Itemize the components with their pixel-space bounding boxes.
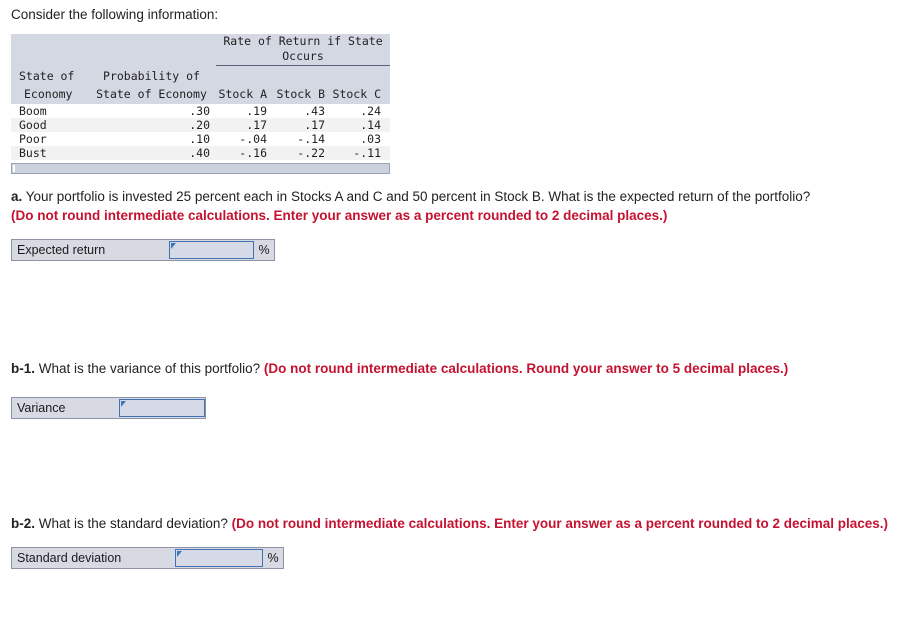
cell-stock-c: .24	[332, 103, 390, 118]
table-column-header-row-1: State of Probability of	[11, 65, 390, 86]
table-horizontal-scrollbar[interactable]	[11, 162, 390, 174]
expected-return-answer-widget[interactable]: Expected return %	[11, 239, 275, 261]
col-header-stock-a: Stock A	[216, 85, 274, 104]
cell-stock-b: -.14	[274, 131, 332, 146]
cell-probability: .20	[87, 117, 216, 132]
col-header-probability-line1: Probability of	[87, 65, 216, 86]
cell-stock-b: .43	[274, 103, 332, 118]
question-a-text: a. Your portfolio is invested 25 percent…	[11, 187, 810, 225]
cell-stock-b: .17	[274, 117, 332, 132]
rate-of-return-table: Rate of Return if State Occurs State of …	[11, 34, 390, 160]
col-header-stock-c-spacer	[332, 65, 390, 86]
cell-stock-a: -.16	[216, 145, 274, 160]
intro-text: Consider the following information:	[11, 7, 219, 22]
span-header-filler-prob	[87, 34, 216, 66]
cell-stock-c: .14	[332, 117, 390, 132]
standard-deviation-input[interactable]	[175, 549, 263, 567]
question-b2-hint: (Do not round intermediate calculations.…	[231, 516, 889, 531]
cell-state: Poor	[11, 131, 87, 146]
question-a: a. Your portfolio is invested 25 percent…	[11, 187, 810, 261]
col-header-stock-a-spacer	[216, 65, 274, 86]
cell-state: Bust	[11, 145, 87, 160]
variance-answer-widget[interactable]: Variance	[11, 397, 206, 419]
question-b2: b-2. What is the standard deviation? (Do…	[11, 514, 888, 569]
table-row: Good .20 .17 .17 .14	[11, 117, 390, 132]
question-b1: b-1. What is the variance of this portfo…	[11, 359, 788, 419]
table-row: Bust .40 -.16 -.22 -.11	[11, 145, 390, 160]
table-column-header-row-2: Economy State of Economy Stock A Stock B…	[11, 85, 390, 104]
table-span-header-row: Rate of Return if State Occurs	[11, 34, 390, 66]
question-b1-prompt: What is the variance of this portfolio?	[35, 361, 264, 376]
question-a-label: a.	[11, 189, 23, 204]
cell-probability: .40	[87, 145, 216, 160]
question-b2-label: b-2.	[11, 516, 36, 531]
span-header-rate-of-return: Rate of Return if State Occurs	[216, 34, 390, 66]
col-header-state-line1: State of	[11, 65, 87, 86]
cell-state: Boom	[11, 103, 87, 118]
cell-probability: .10	[87, 131, 216, 146]
col-header-stock-b-spacer	[274, 65, 332, 86]
table-row: Poor .10 -.04 -.14 .03	[11, 131, 390, 146]
table-row: Boom .30 .19 .43 .24	[11, 103, 390, 118]
question-a-prompt: Your portfolio is invested 25 percent ea…	[22, 189, 811, 204]
variance-label: Variance	[12, 398, 119, 418]
question-b1-label: b-1.	[11, 361, 36, 376]
cell-stock-b: -.22	[274, 145, 332, 160]
cell-stock-c: .03	[332, 131, 390, 146]
cell-state: Good	[11, 117, 87, 132]
expected-return-input[interactable]	[169, 241, 254, 259]
question-b2-prompt: What is the standard deviation?	[35, 516, 232, 531]
question-b1-hint: (Do not round intermediate calculations.…	[263, 361, 789, 376]
standard-deviation-unit: %	[263, 548, 283, 568]
cell-probability: .30	[87, 103, 216, 118]
question-b2-text: b-2. What is the standard deviation? (Do…	[11, 514, 888, 533]
variance-input[interactable]	[119, 399, 205, 417]
col-header-probability-line2: State of Economy	[87, 85, 216, 104]
cell-stock-a: -.04	[216, 131, 274, 146]
cell-stock-a: .19	[216, 103, 274, 118]
expected-return-unit: %	[254, 240, 274, 260]
expected-return-label: Expected return	[12, 240, 169, 260]
span-header-filler-state	[11, 34, 87, 66]
cell-stock-c: -.11	[332, 145, 390, 160]
question-a-hint: (Do not round intermediate calculations.…	[11, 208, 668, 223]
col-header-stock-b: Stock B	[274, 85, 332, 104]
information-table: Rate of Return if State Occurs State of …	[11, 34, 390, 174]
col-header-stock-c: Stock C	[332, 85, 390, 104]
standard-deviation-answer-widget[interactable]: Standard deviation %	[11, 547, 284, 569]
cell-stock-a: .17	[216, 117, 274, 132]
col-header-state-line2: Economy	[11, 85, 87, 104]
standard-deviation-label: Standard deviation	[12, 548, 175, 568]
question-b1-text: b-1. What is the variance of this portfo…	[11, 359, 788, 378]
